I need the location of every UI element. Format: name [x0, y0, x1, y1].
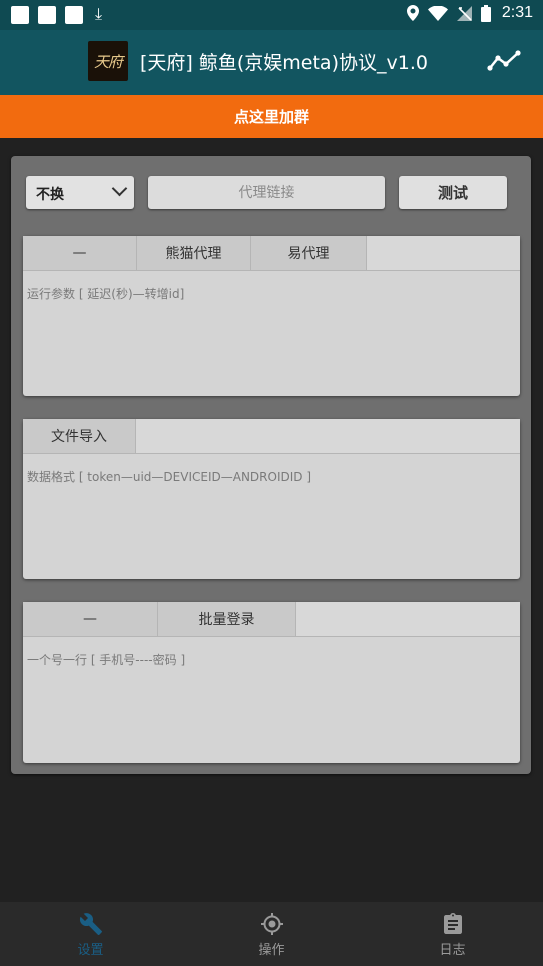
chevron-down-icon: [111, 180, 128, 197]
tab-none[interactable]: —: [23, 236, 137, 270]
location-icon: [406, 5, 419, 21]
tab-spacer: [296, 602, 520, 636]
app-square-icon: [65, 6, 83, 24]
app-logo: 天府: [88, 41, 128, 81]
mode-select[interactable]: 不换: [26, 176, 134, 209]
nav-operations-label: 操作: [258, 943, 285, 958]
tab-spacer: [367, 236, 520, 270]
target-icon: [260, 913, 283, 935]
mode-select-value: 不换: [36, 187, 64, 203]
tab-spacer: [136, 419, 520, 453]
nav-settings-label: 设置: [77, 943, 104, 958]
tab-batch-login[interactable]: 批量登录: [158, 602, 296, 636]
tab-none[interactable]: —: [23, 602, 158, 636]
login-card: — 批量登录: [23, 602, 520, 763]
proxy-tabs: — 熊猫代理 易代理: [23, 236, 520, 271]
main-panel: 不换 测试 — 熊猫代理 易代理 文件导入 — 批量登录: [11, 156, 531, 774]
import-tabs: 文件导入: [23, 419, 520, 454]
app-bar: 天府 [天府] 鲸鱼(京娱meta)协议_v1.0: [0, 30, 543, 95]
nav-log-label: 日志: [439, 943, 466, 958]
tab-yi-proxy[interactable]: 易代理: [251, 236, 367, 270]
wifi-icon: [427, 5, 448, 21]
import-card: 文件导入: [23, 419, 520, 579]
no-signal-icon: [456, 5, 472, 21]
test-button[interactable]: 测试: [399, 176, 507, 209]
clipboard-icon: [443, 913, 462, 934]
status-bar: ⤓ 2:31: [0, 0, 543, 30]
wrench-icon: [79, 913, 102, 935]
nav-settings[interactable]: 设置: [0, 902, 181, 966]
app-square-icon: [38, 6, 56, 24]
join-group-banner[interactable]: 点这里加群: [0, 95, 543, 138]
tab-file-import[interactable]: 文件导入: [23, 419, 136, 453]
data-format-textarea[interactable]: [23, 454, 520, 579]
tab-panda-proxy[interactable]: 熊猫代理: [137, 236, 251, 270]
nav-operations[interactable]: 操作: [181, 902, 362, 966]
proxy-link-input[interactable]: [148, 176, 385, 209]
login-tabs: — 批量登录: [23, 602, 520, 637]
nav-log[interactable]: 日志: [362, 902, 543, 966]
proxy-card: — 熊猫代理 易代理: [23, 236, 520, 396]
app-logo-text: 天府: [93, 52, 123, 71]
download-icon: ⤓: [95, 4, 103, 23]
battery-icon: [480, 4, 491, 22]
accounts-textarea[interactable]: [23, 637, 520, 763]
app-square-icon: [11, 6, 29, 24]
status-time: 2:31: [501, 4, 533, 21]
trend-icon[interactable]: [487, 48, 521, 74]
app-title: [天府] 鲸鱼(京娱meta)协议_v1.0: [140, 52, 428, 74]
bottom-nav: 设置 操作 日志: [0, 902, 543, 966]
run-params-textarea[interactable]: [23, 271, 520, 396]
